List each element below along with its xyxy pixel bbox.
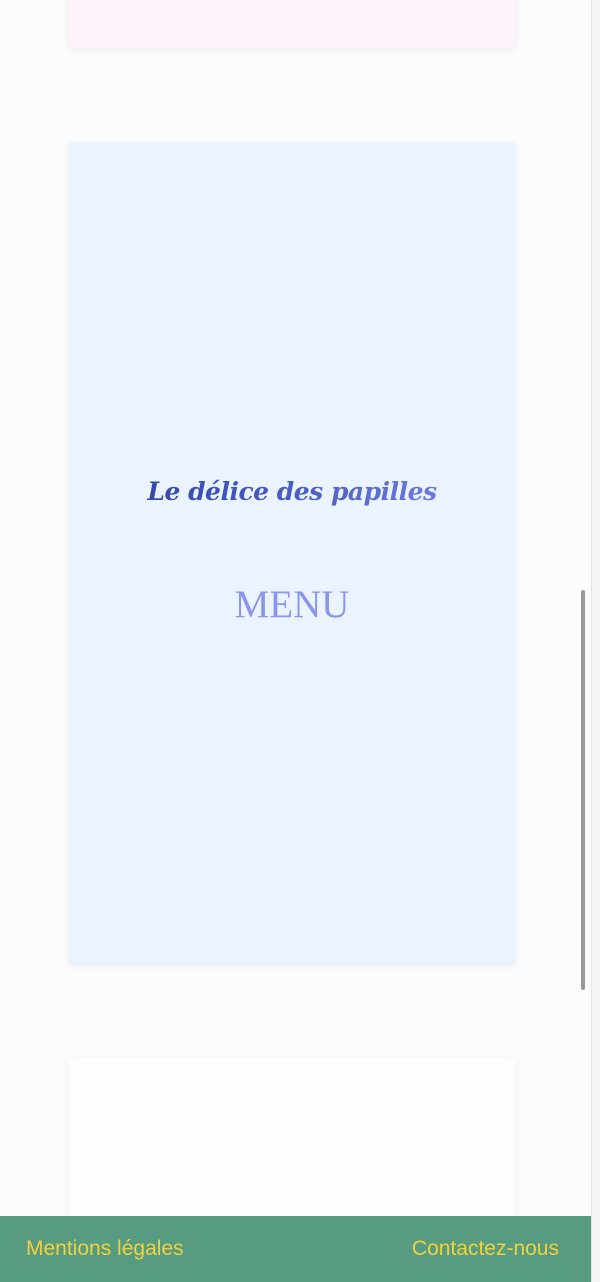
contact-link[interactable]: Contactez-nous [412, 1237, 559, 1261]
scrollbar-track[interactable] [591, 0, 600, 1282]
brand-title: Le délice des papilles [68, 477, 516, 506]
page: Le délice des papilles MENU Mentions lég… [0, 0, 600, 1282]
legal-link[interactable]: Mentions légales [26, 1237, 184, 1261]
menu-heading[interactable]: MENU [68, 582, 516, 627]
footer: Mentions légales Contactez-nous [0, 1216, 591, 1282]
card-previous[interactable] [68, 0, 516, 48]
menu-card[interactable]: Le délice des papilles MENU [68, 142, 516, 964]
scrollbar-thumb[interactable] [581, 590, 585, 990]
